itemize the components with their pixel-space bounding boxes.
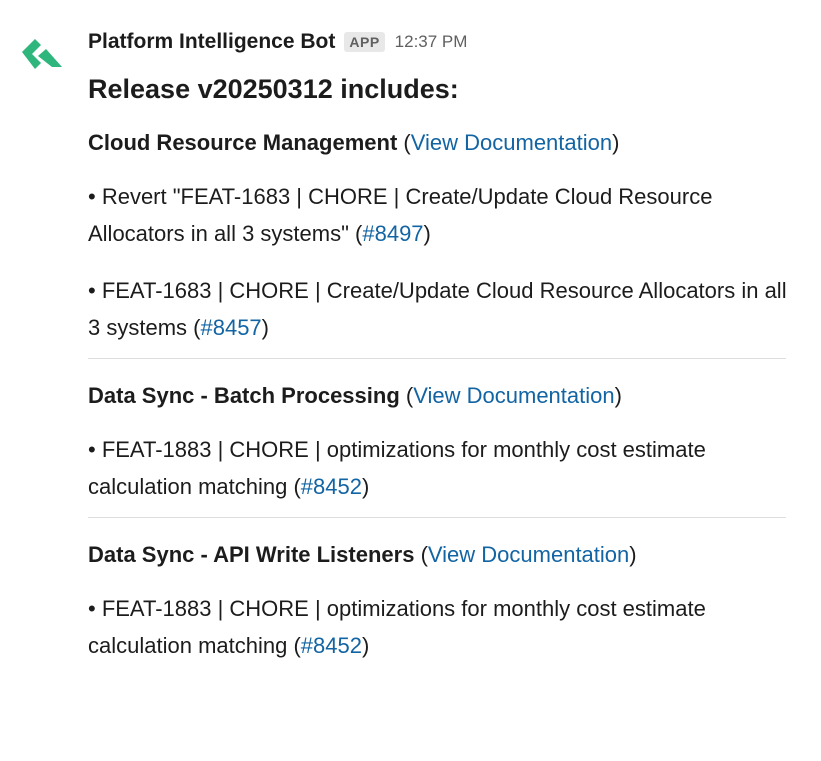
release-section: Cloud Resource Management (View Document… xyxy=(88,128,788,346)
pull-request-link[interactable]: #8497 xyxy=(362,221,423,246)
paren-open: ( xyxy=(293,633,301,658)
paren-close: ) xyxy=(629,542,637,567)
app-badge: APP xyxy=(344,32,385,52)
section-name: Data Sync - API Write Listeners xyxy=(88,542,415,567)
section-name: Cloud Resource Management xyxy=(88,130,398,155)
view-documentation-link[interactable]: View Documentation xyxy=(411,130,612,155)
section-name: Data Sync - Batch Processing xyxy=(88,383,400,408)
paren-open: ( xyxy=(420,542,428,567)
bot-name[interactable]: Platform Intelligence Bot xyxy=(88,30,335,54)
pull-request-link[interactable]: #8452 xyxy=(301,633,362,658)
release-item: • Revert "FEAT-1683 | CHORE | Create/Upd… xyxy=(88,178,788,252)
paren-open: ( xyxy=(293,474,301,499)
section-divider xyxy=(88,517,786,518)
pull-request-link[interactable]: #8452 xyxy=(301,474,362,499)
paren-close: ) xyxy=(361,633,370,658)
message-timestamp[interactable]: 12:37 PM xyxy=(395,32,468,52)
pull-request-link[interactable]: #8457 xyxy=(200,315,261,340)
release-item: • FEAT-1683 | CHORE | Create/Update Clou… xyxy=(88,272,788,346)
green-chevron-logo-icon xyxy=(22,39,62,69)
release-item-text: • FEAT-1883 | CHORE | optimizations for … xyxy=(88,596,706,658)
section-header: Data Sync - Batch Processing (View Docum… xyxy=(88,381,788,411)
release-section: Data Sync - Batch Processing ( View Docum… xyxy=(88,381,788,505)
section-header: Cloud Resource Management (View Document… xyxy=(88,128,788,158)
view-documentation-link[interactable]: View Documentation xyxy=(413,383,614,408)
message-header: Platform Intelligence Bot APP 12:37 PM xyxy=(88,26,788,58)
paren-open: ( xyxy=(403,130,411,155)
message-body: Platform Intelligence Bot APP 12:37 PM R… xyxy=(88,26,788,664)
paren-close: ) xyxy=(261,315,269,340)
release-title: Release v20250312 includes: xyxy=(88,74,459,104)
paren-close: ) xyxy=(423,221,431,246)
section-divider xyxy=(88,358,786,359)
section-header: Data Sync - API Write Listeners (View Do… xyxy=(88,540,788,570)
paren-close: ) xyxy=(614,383,622,408)
release-item: • FEAT-1883 | CHORE | optimizations for … xyxy=(88,431,788,505)
release-item: • FEAT-1883 | CHORE | optimizations for … xyxy=(88,590,788,664)
paren-close: ) xyxy=(361,474,370,499)
release-section: Data Sync - API Write Listeners (View Do… xyxy=(88,540,788,664)
release-item-text: • FEAT-1883 | CHORE | optimizations for … xyxy=(88,437,706,499)
view-documentation-link[interactable]: View Documentation xyxy=(428,542,629,567)
bot-avatar[interactable] xyxy=(22,36,64,70)
paren-close: ) xyxy=(612,130,620,155)
